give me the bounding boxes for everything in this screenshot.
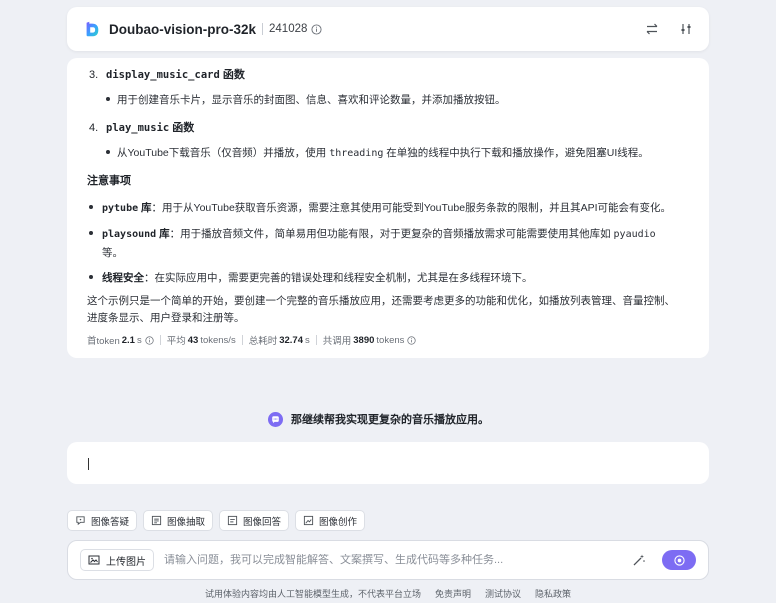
bullet-dot	[89, 275, 93, 279]
stat-label: 总耗时	[248, 336, 278, 347]
stat-value: 32.74	[279, 334, 303, 346]
doubao-logo-icon	[86, 21, 99, 37]
info-icon[interactable]	[145, 335, 154, 345]
stat-divider	[315, 335, 317, 345]
stat-label: 首token	[87, 336, 120, 347]
desc-text: 从YouTube下载音乐（仅音频）并播放，使用	[117, 147, 330, 159]
stat-label: 共调用	[322, 336, 352, 347]
bullet-dot	[89, 205, 93, 209]
note-label: 库	[138, 202, 152, 214]
stat-unit: tokens	[376, 334, 405, 346]
create-image-icon	[303, 515, 314, 526]
stat-divider	[159, 335, 161, 345]
function-suffix: 函数	[169, 122, 195, 134]
footer-link-disclaimer[interactable]: 免责声明	[435, 587, 471, 600]
stat-unit: s	[305, 334, 310, 346]
model-name: Doubao-vision-pro-32k	[109, 21, 257, 37]
note-code: playsound	[102, 229, 157, 240]
model-version: 241028	[269, 23, 308, 35]
function-name: play_music	[106, 122, 170, 134]
upload-label: 上传图片	[106, 556, 146, 568]
list-item: 3. display_music_card 函数	[87, 66, 689, 82]
note-text: 等。	[102, 247, 123, 259]
note-code: pytube	[102, 203, 139, 214]
assistant-answer: 3. display_music_card 函数 用于创建音乐卡片，显示音乐的封…	[67, 58, 709, 358]
footer-link-test-agreement[interactable]: 测试协议	[485, 587, 521, 600]
chat-input-bar: 上传图片	[67, 540, 709, 580]
note-item: pytube 库：用于从YouTube获取音乐资源，需要注意其使用可能受到You…	[89, 200, 689, 215]
info-icon[interactable]	[407, 335, 417, 345]
note-text: ：用于播放音频文件，简单易用但功能有限，对于更复杂的音频播放需求可能需要使用其他…	[169, 228, 614, 240]
stat-unit: tokens/s	[200, 334, 236, 346]
extract-image-icon	[151, 515, 162, 526]
list-number: 3.	[89, 69, 99, 81]
image-upload-icon	[88, 555, 100, 565]
summary-line: 进度条显示、用户登录和注册等。	[87, 312, 245, 324]
tool-image-create-button[interactable]: 图像创作	[295, 510, 366, 531]
function-suffix: 函数	[219, 69, 245, 81]
function-name: display_music_card	[106, 69, 220, 81]
note-label: 线程安全	[102, 272, 144, 284]
inline-code: threading	[329, 148, 384, 159]
note-item: playsound 库：用于播放音频文件，简单易用但功能有限，对于更复杂的音频播…	[89, 225, 689, 263]
header-actions	[645, 22, 693, 36]
stat-value: 43	[187, 334, 199, 346]
generation-stats: 首token 2.1 s 平均 43 tokens/s 总耗时 32.74 s …	[87, 333, 689, 347]
user-message: 那继续帮我实现更复杂的音乐播放应用。	[268, 411, 489, 427]
desc-text: 在单独的线程中执行下载和播放操作，避免阻塞UI线程。	[383, 147, 649, 159]
list-number: 4.	[89, 122, 99, 134]
list-item-desc: 从YouTube下载音乐（仅音频）并播放，使用 threading 在单独的线程…	[106, 145, 689, 160]
inline-code: pyaudio	[613, 229, 656, 240]
info-icon[interactable]	[311, 23, 322, 35]
bullet-dot	[106, 150, 110, 154]
note-label: 库	[156, 228, 170, 240]
tool-label: 图像创作	[319, 516, 358, 528]
summary-line: 这个示例只是一个简单的开始，要创建一个完整的音乐播放应用，还需要考虑更多的功能和…	[87, 295, 675, 307]
notes-heading: 注意事项	[87, 175, 131, 187]
note-item: 线程安全：在实际应用中，需要更完善的错误处理和线程安全机制，尤其是在多线程环境下…	[89, 270, 689, 285]
answer-image-icon	[227, 515, 238, 526]
model-header: Doubao-vision-pro-32k 241028	[67, 7, 709, 51]
upload-image-button[interactable]: 上传图片	[80, 549, 154, 571]
prompt-input[interactable]	[164, 554, 632, 566]
note-text: ：在实际应用中，需要更完善的错误处理和线程安全机制，尤其是在多线程环境下。	[144, 272, 533, 284]
stat-label: 平均	[166, 336, 186, 347]
header-divider	[262, 23, 264, 35]
swap-icon[interactable]	[645, 22, 659, 36]
question-image-icon	[76, 516, 85, 526]
settings-sliders-icon[interactable]	[679, 22, 693, 36]
bullet-dot	[106, 97, 110, 101]
list-item: 4. play_music 函数	[87, 119, 689, 135]
tool-label: 图像抽取	[167, 516, 206, 528]
send-icon	[673, 554, 685, 566]
summary-paragraph: 这个示例只是一个简单的开始，要创建一个完整的音乐播放应用，还需要考虑更多的功能和…	[87, 293, 689, 327]
magic-wand-icon[interactable]	[632, 553, 646, 567]
tool-image-qa-button[interactable]: 图像答疑	[67, 510, 138, 531]
image-tools: 图像答疑 图像抽取 图像回答 图像创作	[67, 510, 366, 531]
tool-image-extract-button[interactable]: 图像抽取	[143, 510, 214, 531]
send-button[interactable]	[662, 550, 696, 570]
tool-label: 图像答疑	[91, 516, 130, 528]
stat-value: 3890	[353, 334, 375, 346]
list-item-desc: 用于创建音乐卡片，显示音乐的封面图、信息、喜欢和评论数量，并添加播放按钮。	[106, 92, 689, 107]
desc-text: 用于创建音乐卡片，显示音乐的封面图、信息、喜欢和评论数量，并添加播放按钮。	[117, 94, 506, 106]
stat-divider	[241, 335, 243, 345]
text-caret	[88, 458, 89, 470]
page-footer: 试用体验内容均由人工智能模型生成，不代表平台立场 免责声明 测试协议 隐私政策	[0, 587, 776, 600]
chat-bubble-icon	[268, 411, 283, 427]
footer-disclaimer: 试用体验内容均由人工智能模型生成，不代表平台立场	[204, 589, 421, 599]
stat-value: 2.1	[121, 334, 135, 346]
tool-image-answer-button[interactable]: 图像回答	[219, 510, 290, 531]
stat-unit: s	[136, 334, 142, 346]
footer-link-privacy[interactable]: 隐私政策	[535, 587, 571, 600]
user-message-text: 那继续帮我实现更复杂的音乐播放应用。	[291, 414, 489, 426]
tool-label: 图像回答	[243, 516, 282, 528]
note-text: ：用于从YouTube获取音乐资源，需要注意其使用可能受到YouTube服务条款…	[151, 202, 671, 214]
response-area[interactable]	[67, 442, 709, 484]
bullet-dot	[89, 231, 93, 235]
